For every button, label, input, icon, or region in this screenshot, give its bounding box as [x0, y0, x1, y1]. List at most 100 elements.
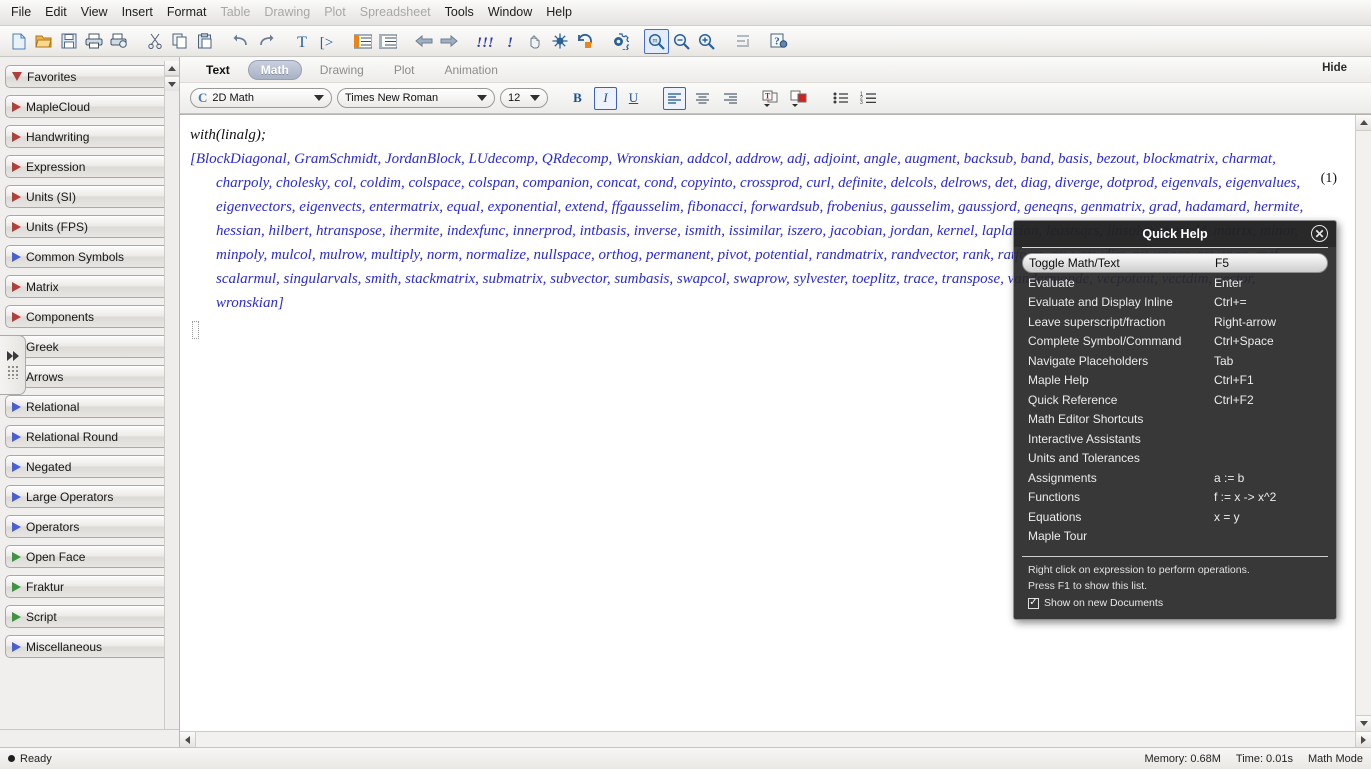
tab-math[interactable]: Math [247, 59, 302, 80]
palette-item-matrix[interactable]: Matrix [5, 275, 175, 298]
restart-icon[interactable] [572, 29, 597, 54]
underline-button[interactable]: U [622, 87, 645, 110]
palette-item-operators[interactable]: Operators [5, 515, 175, 538]
document-horizontal-scrollbar[interactable] [180, 731, 1371, 747]
palette-item-negated[interactable]: Negated [5, 455, 175, 478]
print-icon[interactable] [81, 29, 106, 54]
new-document-icon[interactable] [6, 29, 31, 54]
horizontal-scroll-track[interactable] [196, 732, 1355, 747]
menu-edit[interactable]: Edit [38, 2, 74, 23]
align-left-button[interactable] [663, 86, 686, 110]
quick-help-row-equations[interactable]: Equations x = y [1022, 507, 1328, 527]
menu-tools[interactable]: Tools [438, 2, 481, 23]
bold-button[interactable]: B [566, 87, 589, 110]
palette-collapse-handle[interactable] [0, 335, 26, 395]
text-color-button[interactable]: T [760, 87, 783, 110]
menu-help[interactable]: Help [539, 2, 579, 23]
quick-help-row-units-and-tolerances[interactable]: Units and Tolerances [1022, 449, 1328, 469]
quick-help-row-quick-reference[interactable]: Quick Reference Ctrl+F2 [1022, 390, 1328, 410]
copy-icon[interactable] [167, 29, 192, 54]
palette-item-greek[interactable]: Greek [5, 335, 175, 358]
scroll-up-button[interactable] [1356, 115, 1371, 131]
vertical-scroll-track[interactable] [1356, 131, 1371, 715]
show-on-new-documents-checkbox[interactable]: ✓ Show on new Documents [1028, 597, 1322, 609]
quick-help-row-toggle-math-text[interactable]: Toggle Math/Text F5 [1022, 253, 1328, 273]
align-right-button[interactable] [719, 87, 742, 110]
palette-item-expression[interactable]: Expression [5, 155, 175, 178]
zoom-in-icon[interactable] [694, 29, 719, 54]
execute-icon[interactable]: ! [497, 29, 522, 54]
math-style-dropdown[interactable]: C 2D Math [190, 88, 332, 108]
zoom-out-icon[interactable] [669, 29, 694, 54]
scroll-left-button[interactable] [180, 732, 196, 747]
quick-help-row-navigate-placeholders[interactable]: Navigate Placeholders Tab [1022, 351, 1328, 371]
palette-item-relational-round[interactable]: Relational Round [5, 425, 175, 448]
quick-help-row-maple-help[interactable]: Maple Help Ctrl+F1 [1022, 371, 1328, 391]
scroll-down-button[interactable] [1356, 715, 1371, 731]
math-mode-icon[interactable]: [> [314, 29, 339, 54]
palette-item-favorites[interactable]: Favorites [5, 65, 175, 88]
undo-icon[interactable] [228, 29, 253, 54]
palette-item-open-face[interactable]: Open Face [5, 545, 175, 568]
palette-item-units-si[interactable]: Units (SI) [5, 185, 175, 208]
palette-item-large-operators[interactable]: Large Operators [5, 485, 175, 508]
menu-window[interactable]: Window [481, 2, 539, 23]
quick-help-row-interactive-assistants[interactable]: Interactive Assistants [1022, 429, 1328, 449]
font-family-dropdown[interactable]: Times New Roman [337, 88, 495, 108]
execute-worksheet-icon[interactable]: !!! [472, 29, 497, 54]
quick-help-row-leave-superscript-fraction[interactable]: Leave superscript/fraction Right-arrow [1022, 312, 1328, 332]
menu-insert[interactable]: Insert [115, 2, 160, 23]
quick-help-row-evaluate[interactable]: Evaluate Enter [1022, 273, 1328, 293]
quick-help-row-math-editor-shortcuts[interactable]: Math Editor Shortcuts [1022, 410, 1328, 430]
cut-icon[interactable] [142, 29, 167, 54]
italic-button[interactable]: I [594, 86, 617, 110]
open-folder-icon[interactable] [31, 29, 56, 54]
quick-help-row-functions[interactable]: Functions f := x -> x^2 [1022, 488, 1328, 508]
quick-help-row-evaluate-display-inline[interactable]: Evaluate and Display Inline Ctrl+= [1022, 293, 1328, 313]
back-arrow-icon[interactable] [411, 29, 436, 54]
text-align-icon[interactable] [730, 29, 755, 54]
palette-item-miscellaneous[interactable]: Miscellaneous [5, 635, 175, 658]
palette-item-common-symbols[interactable]: Common Symbols [5, 245, 175, 268]
zoom-100-icon[interactable]: m [644, 28, 669, 54]
quick-help-row-maple-tour[interactable]: Maple Tour [1022, 527, 1328, 547]
palette-item-maplecloud[interactable]: MapleCloud [5, 95, 175, 118]
palette-item-fraktur[interactable]: Fraktur [5, 575, 175, 598]
font-size-dropdown[interactable]: 12 [500, 88, 548, 108]
palette-item-relational[interactable]: Relational [5, 395, 175, 418]
palette-item-arrows[interactable]: Arrows [5, 365, 175, 388]
text-mode-icon[interactable]: T [289, 29, 314, 54]
stop-hand-icon[interactable] [522, 29, 547, 54]
palette-item-handwriting[interactable]: Handwriting [5, 125, 175, 148]
palette-scrollbar[interactable] [164, 61, 179, 729]
bulleted-list-button[interactable] [829, 87, 852, 110]
paste-icon[interactable] [192, 29, 217, 54]
redo-icon[interactable] [253, 29, 278, 54]
menu-format[interactable]: Format [160, 2, 214, 23]
debug-icon[interactable] [547, 29, 572, 54]
palette-item-components[interactable]: Components [5, 305, 175, 328]
palette-item-units-fps[interactable]: Units (FPS) [5, 215, 175, 238]
settings-gear-icon[interactable] [608, 29, 633, 54]
hide-panel-button[interactable]: Hide [1322, 62, 1347, 74]
quick-help-row-complete-symbol-command[interactable]: Complete Symbol/Command Ctrl+Space [1022, 332, 1328, 352]
menu-file[interactable]: File [4, 2, 38, 23]
help-question-icon[interactable]: ? [766, 29, 791, 54]
highlight-color-button[interactable] [788, 87, 811, 110]
quick-help-panel[interactable]: Quick Help ✕ Toggle Math/Text F5 Evaluate… [1013, 220, 1337, 620]
menu-view[interactable]: View [74, 2, 115, 23]
palette-item-script[interactable]: Script [5, 605, 175, 628]
print-preview-icon[interactable] [106, 29, 131, 54]
align-center-button[interactable] [691, 87, 714, 110]
numbered-list-button[interactable]: 123 [857, 87, 880, 110]
tab-text[interactable]: Text [194, 60, 242, 80]
close-icon[interactable]: ✕ [1311, 225, 1328, 242]
scroll-right-button[interactable] [1355, 732, 1371, 747]
quick-help-row-assignments[interactable]: Assignments a := b [1022, 468, 1328, 488]
palette-scroll-down-button[interactable] [165, 76, 179, 91]
save-icon[interactable] [56, 29, 81, 54]
quick-help-title-bar[interactable]: Quick Help ✕ [1014, 221, 1336, 247]
indent-increase-icon[interactable] [350, 29, 375, 54]
palette-scroll-up-button[interactable] [165, 61, 179, 76]
forward-arrow-icon[interactable] [436, 29, 461, 54]
